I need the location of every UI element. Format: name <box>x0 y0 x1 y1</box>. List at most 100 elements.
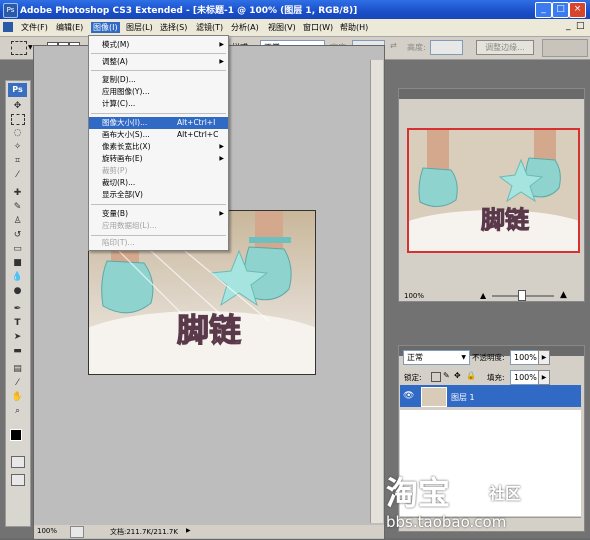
doc-restore-icon[interactable]: □ <box>576 21 585 31</box>
lock-transparent-icon[interactable] <box>431 372 441 382</box>
pen-tool-icon[interactable]: ✒ <box>10 303 25 315</box>
menu-filter[interactable]: 滤镜(T) <box>196 22 223 33</box>
submenu-arrow-icon: ▶ <box>219 58 224 65</box>
menu-item-reveal-all[interactable]: 显示全部(V) <box>89 189 228 201</box>
marquee-tool-preset-icon[interactable] <box>11 41 27 55</box>
menu-image[interactable]: 图像(I) <box>91 22 120 33</box>
menu-help[interactable]: 帮助(H) <box>340 22 368 33</box>
document-status-bar: 100% 文档:211.7K/211.7K ▶ <box>34 525 384 538</box>
menu-select[interactable]: 选择(S) <box>160 22 187 33</box>
layer-name[interactable]: 图层 1 <box>451 392 475 403</box>
menu-item-label: 模式(M) <box>102 40 130 49</box>
zoom-tool-icon[interactable]: ⌕ <box>10 405 25 417</box>
fill-field[interactable]: 100% <box>510 370 539 385</box>
blur-tool-icon[interactable]: 💧 <box>10 271 25 283</box>
navigator-preview-image: 脚链 <box>409 130 578 251</box>
menu-item-canvas-size[interactable]: 画布大小(S)... Alt+Ctrl+C <box>89 129 228 141</box>
chevron-down-icon[interactable]: ▼ <box>28 44 33 51</box>
menu-item-label: 变量(B) <box>102 209 128 218</box>
lock-move-icon[interactable]: ✥ <box>454 371 461 380</box>
menu-analysis[interactable]: 分析(A) <box>231 22 259 33</box>
menu-view[interactable]: 视图(V) <box>268 22 296 33</box>
close-button[interactable]: × <box>569 2 586 18</box>
path-select-icon[interactable]: ➤ <box>10 331 25 343</box>
menu-item-image-size[interactable]: 图像大小(I)... Alt+Ctrl+I <box>89 117 228 129</box>
panel-header[interactable] <box>399 89 584 99</box>
blend-mode-select[interactable]: 正常 ▼ <box>403 350 470 365</box>
height-field[interactable] <box>430 40 463 55</box>
marquee-tool-icon[interactable] <box>11 114 25 125</box>
minimize-button[interactable]: _ <box>535 2 552 18</box>
blend-mode-value: 正常 <box>407 353 423 362</box>
gradient-tool-icon[interactable]: ■ <box>10 257 25 269</box>
status-button[interactable] <box>70 526 84 538</box>
ps-badge[interactable]: Ps <box>8 83 27 97</box>
menu-separator <box>91 53 226 54</box>
screen-mode-icon[interactable] <box>11 474 25 486</box>
notes-tool-icon[interactable]: ▤ <box>10 363 25 375</box>
menu-item-adjustments[interactable]: 调整(A) ▶ <box>89 56 228 68</box>
zoom-slider-handle[interactable] <box>518 290 526 301</box>
eraser-tool-icon[interactable]: ▭ <box>10 243 25 255</box>
watermark-url: bbs.taobao.com <box>386 513 507 531</box>
menu-item-label: 显示全部(V) <box>102 190 143 199</box>
healing-brush-icon[interactable]: ✚ <box>10 187 25 199</box>
magic-wand-icon[interactable]: ✧ <box>10 141 25 153</box>
menu-item-crop[interactable]: 裁剪(P) <box>89 165 228 177</box>
zoom-out-icon[interactable]: ▲ <box>480 291 486 300</box>
menu-item-duplicate[interactable]: 复制(D)... <box>89 74 228 86</box>
title-bar: Ps Adobe Photoshop CS3 Extended - [未标题-1… <box>0 0 590 19</box>
menu-item-trap[interactable]: 陷印(T)... <box>89 237 228 249</box>
status-zoom[interactable]: 100% <box>37 527 57 535</box>
menu-item-mode[interactable]: 模式(M) ▶ <box>89 39 228 51</box>
dodge-tool-icon[interactable]: ● <box>10 285 25 297</box>
menu-separator <box>91 204 226 205</box>
menu-item-apply-data-set[interactable]: 应用数据组(L)... <box>89 220 228 232</box>
foreground-color-icon[interactable] <box>10 429 22 441</box>
swap-icon[interactable]: ⇄ <box>390 41 397 50</box>
menu-item-rotate-canvas[interactable]: 旋转画布(E) ▶ <box>89 153 228 165</box>
move-tool-icon[interactable]: ✥ <box>10 100 25 112</box>
menu-file[interactable]: 文件(F) <box>21 22 48 33</box>
opacity-field[interactable]: 100% <box>510 350 539 365</box>
type-tool-icon[interactable]: T <box>10 317 25 329</box>
lock-all-icon[interactable]: 🔒 <box>466 371 476 380</box>
photoshop-small-icon[interactable] <box>3 22 13 32</box>
navigator-zoom[interactable]: 100% <box>404 292 424 300</box>
slice-tool-icon[interactable]: ⁄ <box>10 169 25 181</box>
play-icon[interactable]: ▶ <box>186 527 191 534</box>
clone-stamp-icon[interactable]: ♙ <box>10 215 25 227</box>
history-brush-icon[interactable]: ↺ <box>10 229 25 241</box>
menu-item-pixel-aspect[interactable]: 像素长宽比(X) ▶ <box>89 141 228 153</box>
shape-tool-icon[interactable]: ▬ <box>10 345 25 357</box>
quick-mask-icon[interactable] <box>11 456 25 468</box>
menu-edit[interactable]: 编辑(E) <box>56 22 83 33</box>
menu-item-trim[interactable]: 裁切(R)... <box>89 177 228 189</box>
menu-item-variables[interactable]: 变量(B) ▶ <box>89 208 228 220</box>
menu-item-apply-image[interactable]: 应用图像(Y)... <box>89 86 228 98</box>
zoom-in-icon[interactable]: ▲ <box>560 290 567 300</box>
hand-tool-icon[interactable]: ✋ <box>10 391 25 403</box>
menu-item-label: 调整(A) <box>102 57 128 66</box>
opacity-arrow-button[interactable]: ▶ <box>538 350 550 365</box>
eyedropper-icon[interactable]: ⁄ <box>10 377 25 389</box>
menu-item-label: 陷印(T)... <box>102 238 135 247</box>
navigator-thumbnail[interactable]: 脚链 <box>407 128 580 253</box>
fill-arrow-button[interactable]: ▶ <box>538 370 550 385</box>
maximize-button[interactable]: □ <box>552 2 569 18</box>
opacity-label: 不透明度: <box>472 353 505 362</box>
height-label: 高度: <box>407 43 426 52</box>
visibility-eye-icon[interactable]: 👁 <box>403 391 414 401</box>
lock-paint-icon[interactable]: ✎ <box>443 371 450 380</box>
brush-tool-icon[interactable]: ✎ <box>10 201 25 213</box>
vertical-scrollbar[interactable] <box>370 60 383 523</box>
menu-window[interactable]: 窗口(W) <box>303 22 333 33</box>
watermark-badge: 社区 <box>482 478 529 506</box>
menu-layer[interactable]: 图层(L) <box>126 22 153 33</box>
menu-item-calculations[interactable]: 计算(C)... <box>89 98 228 110</box>
lasso-tool-icon[interactable]: ◌ <box>10 127 25 139</box>
crop-tool-icon[interactable]: ⌗ <box>10 155 25 167</box>
doc-minimize-icon[interactable]: _ <box>566 21 571 31</box>
refine-edge-button[interactable]: 调整边缘... <box>476 40 534 55</box>
lock-label: 锁定: <box>404 373 422 382</box>
